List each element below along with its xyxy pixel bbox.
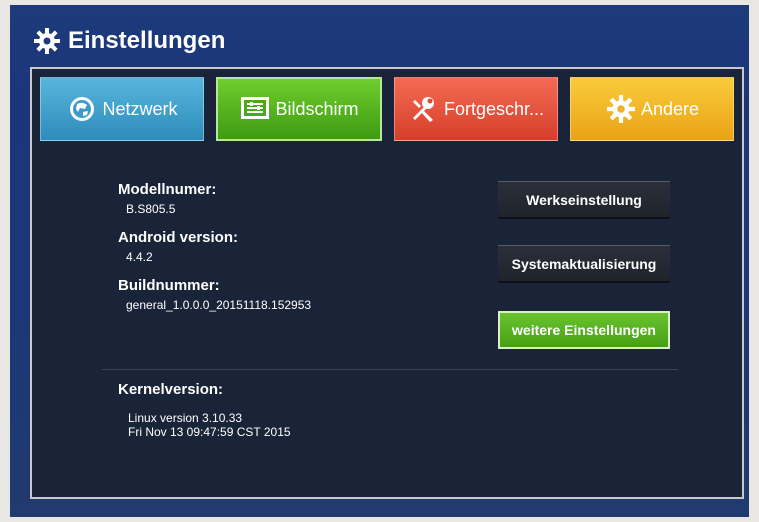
model-number-block: Modellnumer: B.S805.5 xyxy=(118,181,216,216)
kernel-version-line: Linux version 3.10.33 xyxy=(128,411,243,425)
tab-fortgeschritten[interactable]: Fortgeschr... xyxy=(394,77,558,141)
tv-screen: Einstellungen Netzwerk Bildschirm Fortge… xyxy=(10,5,749,517)
tab-label: Bildschirm xyxy=(275,98,359,119)
factory-reset-button[interactable]: Werkseinstellung xyxy=(498,181,670,219)
display-settings-icon xyxy=(239,93,271,125)
divider xyxy=(102,369,678,370)
model-number-value: B.S805.5 xyxy=(126,202,176,216)
build-number-value: general_1.0.0.0_20151118.152953 xyxy=(126,298,312,312)
build-number-block: Buildnummer: general_1.0.0.0_20151118.15… xyxy=(118,277,311,312)
tab-bildschirm[interactable]: Bildschirm xyxy=(216,77,382,141)
gear-icon xyxy=(605,93,637,125)
category-tabs: Netzwerk Bildschirm Fortgeschr... Andere xyxy=(40,77,734,141)
kernel-build-date-line: Fri Nov 13 09:47:59 CST 2015 xyxy=(128,425,291,439)
tools-icon xyxy=(408,93,440,125)
gear-icon xyxy=(32,26,62,56)
tab-label: Netzwerk xyxy=(102,98,178,119)
system-update-button[interactable]: Systemaktualisierung xyxy=(498,245,670,283)
page-header: Einstellungen xyxy=(32,23,225,59)
android-version-value: 4.4.2 xyxy=(126,250,153,264)
settings-panel: Netzwerk Bildschirm Fortgeschr... Andere… xyxy=(30,67,744,499)
build-number-label: Buildnummer: xyxy=(118,277,220,294)
tab-label: Andere xyxy=(640,98,700,119)
android-version-block: Android version: 4.4.2 xyxy=(118,229,238,264)
android-version-label: Android version: xyxy=(118,229,239,246)
page-title: Einstellungen xyxy=(68,27,226,54)
tab-label: Fortgeschr... xyxy=(443,98,545,119)
more-settings-button[interactable]: weitere Einstellungen xyxy=(498,311,670,349)
model-number-label: Modellnumer: xyxy=(118,181,217,198)
tab-netzwerk[interactable]: Netzwerk xyxy=(40,77,204,141)
kernel-version-label: Kernelversion: xyxy=(118,381,224,398)
tab-andere[interactable]: Andere xyxy=(570,77,734,141)
globe-icon xyxy=(66,93,98,125)
kernel-version-value: Linux version 3.10.33 Fri Nov 13 09:47:5… xyxy=(128,411,291,439)
